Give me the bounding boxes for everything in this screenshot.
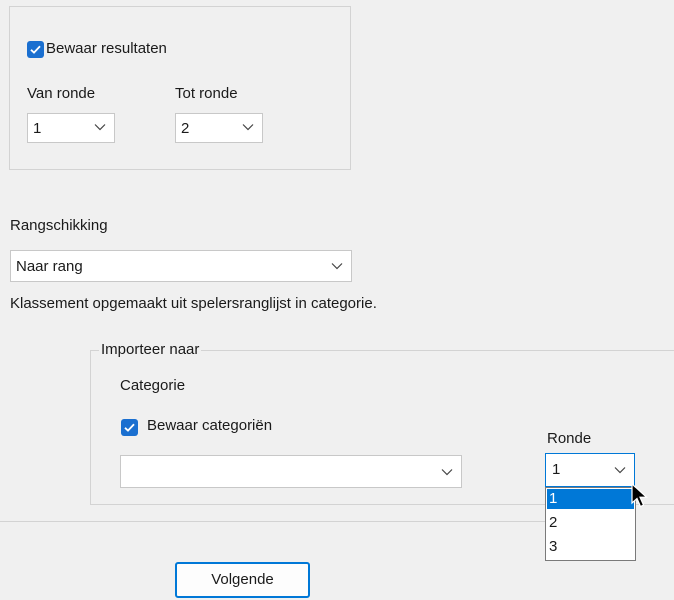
chevron-down-icon <box>441 469 453 476</box>
round-dropdown-list: 1 2 3 <box>545 487 636 561</box>
next-button-label: Volgende <box>211 571 274 588</box>
checkmark-icon <box>124 423 135 432</box>
category-label: Categorie <box>120 377 186 394</box>
save-categories-checkbox[interactable] <box>121 419 138 436</box>
chevron-down-icon <box>614 467 626 474</box>
chevron-down-icon <box>331 263 343 270</box>
save-results-label: Bewaar resultaten <box>46 40 167 57</box>
mouse-cursor-icon <box>631 483 649 508</box>
round-option-label: 1 <box>549 490 558 507</box>
round-label: Ronde <box>547 430 592 447</box>
to-round-label: Tot ronde <box>175 85 238 102</box>
save-categories-label: Bewaar categoriën <box>147 417 273 434</box>
from-round-value: 1 <box>33 120 42 137</box>
round-option-3[interactable]: 3 <box>547 537 634 557</box>
ranking-select[interactable]: Naar rang <box>10 250 352 282</box>
to-round-select[interactable]: 2 <box>175 113 263 143</box>
from-round-select[interactable]: 1 <box>27 113 115 143</box>
checkmark-icon <box>30 45 41 54</box>
round-option-1[interactable]: 1 <box>547 489 634 509</box>
round-value: 1 <box>552 461 561 478</box>
from-round-label: Van ronde <box>27 85 96 102</box>
category-select[interactable] <box>120 455 462 488</box>
to-round-value: 2 <box>181 120 190 137</box>
round-option-label: 3 <box>549 538 558 555</box>
import-group-title: Importeer naar <box>99 341 202 358</box>
chevron-down-icon <box>94 124 106 131</box>
chevron-down-icon <box>242 124 254 131</box>
ranking-label: Rangschikking <box>10 217 108 234</box>
ranking-value: Naar rang <box>16 258 83 275</box>
round-option-label: 2 <box>549 514 558 531</box>
next-button[interactable]: Volgende <box>175 562 310 598</box>
footer-separator <box>0 521 546 522</box>
round-option-2[interactable]: 2 <box>547 513 634 533</box>
save-results-checkbox[interactable] <box>27 41 44 58</box>
ranking-description: Klassement opgemaakt uit spelersranglijs… <box>10 295 377 312</box>
round-select[interactable]: 1 <box>545 453 635 487</box>
